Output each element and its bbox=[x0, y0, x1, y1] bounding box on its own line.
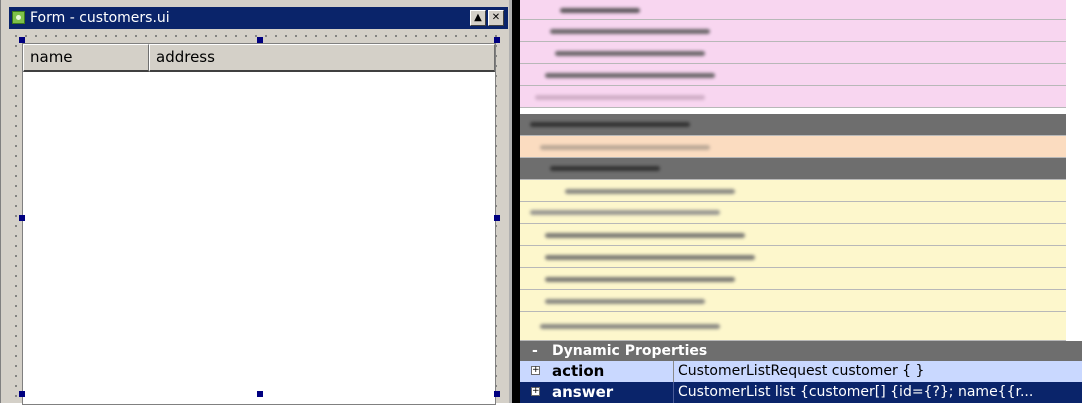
section-title: Dynamic Properties bbox=[552, 343, 708, 359]
table-header: name address bbox=[23, 44, 495, 72]
property-row[interactable] bbox=[520, 268, 1066, 290]
property-row[interactable] bbox=[520, 136, 1066, 158]
resize-handle-top[interactable] bbox=[257, 37, 263, 43]
column-divider bbox=[673, 382, 674, 403]
property-row-answer[interactable]: + answer CustomerList list {customer[] {… bbox=[520, 382, 1082, 403]
maximize-button[interactable]: ▲ bbox=[470, 10, 486, 26]
column-header-address[interactable]: address bbox=[149, 44, 495, 72]
property-row[interactable] bbox=[520, 20, 1066, 42]
collapse-toggle[interactable]: - bbox=[532, 341, 538, 361]
resize-handle-bottom-right[interactable] bbox=[494, 391, 500, 397]
resize-handle-bottom[interactable] bbox=[257, 391, 263, 397]
property-value[interactable]: CustomerListRequest customer { } bbox=[678, 361, 1082, 382]
property-group-row[interactable] bbox=[520, 114, 1066, 136]
column-divider bbox=[673, 361, 674, 382]
resize-handle-bottom-left[interactable] bbox=[19, 391, 25, 397]
property-editor: - Dynamic Properties + action CustomerLi… bbox=[520, 0, 1082, 403]
property-name: action bbox=[552, 362, 605, 380]
column-header-name[interactable]: name bbox=[23, 44, 149, 72]
property-group-row[interactable] bbox=[520, 158, 1066, 180]
property-row[interactable] bbox=[520, 224, 1066, 246]
dynamic-properties-header[interactable]: - Dynamic Properties bbox=[520, 341, 1082, 361]
form-window: Form - customers.ui ▲ ✕ name address bbox=[0, 0, 510, 405]
property-row[interactable] bbox=[520, 202, 1066, 224]
property-row[interactable] bbox=[520, 246, 1066, 268]
property-row[interactable] bbox=[520, 64, 1066, 86]
property-row[interactable] bbox=[520, 86, 1066, 108]
property-row[interactable] bbox=[520, 42, 1066, 64]
resize-handle-left[interactable] bbox=[19, 215, 25, 221]
resize-handle-top-left[interactable] bbox=[19, 37, 25, 43]
property-row-action[interactable]: + action CustomerListRequest customer { … bbox=[520, 361, 1082, 382]
splitter-handle[interactable] bbox=[512, 0, 520, 403]
property-row[interactable] bbox=[520, 180, 1066, 202]
property-name: answer bbox=[552, 383, 614, 401]
resize-handle-top-right[interactable] bbox=[494, 37, 500, 43]
form-canvas-grid[interactable]: name address bbox=[9, 29, 505, 405]
property-row[interactable] bbox=[520, 0, 1066, 20]
designer-app-icon bbox=[12, 11, 25, 24]
form-titlebar[interactable]: Form - customers.ui ▲ ✕ bbox=[9, 7, 508, 29]
close-button[interactable]: ✕ bbox=[488, 10, 504, 26]
property-row[interactable] bbox=[520, 312, 1066, 341]
property-value[interactable]: CustomerList list {customer[] {id={?}; n… bbox=[678, 382, 1082, 403]
customers-table[interactable]: name address bbox=[22, 43, 496, 405]
property-row[interactable] bbox=[520, 290, 1066, 312]
resize-handle-right[interactable] bbox=[494, 215, 500, 221]
expand-icon[interactable]: + bbox=[531, 366, 540, 375]
expand-icon[interactable]: + bbox=[531, 387, 540, 396]
form-title: Form - customers.ui bbox=[30, 10, 170, 26]
